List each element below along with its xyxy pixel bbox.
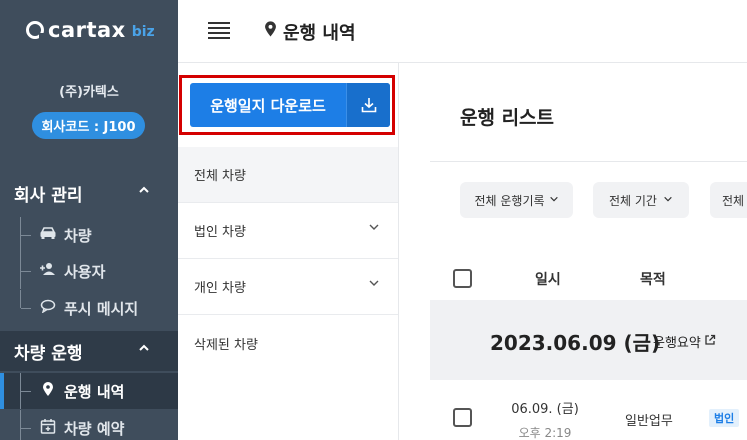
category-label: 개인 차량 [194, 281, 246, 296]
logo-suffix: biz [131, 24, 155, 40]
location-pin-icon [38, 381, 58, 401]
menu-toggle-icon[interactable] [208, 22, 230, 40]
tree-line [20, 217, 32, 253]
user-add-icon [38, 262, 58, 280]
download-log-button[interactable]: 운행일지 다운로드 [190, 83, 390, 127]
table-row[interactable]: 06.09. (금) 오후 2:19 일반업무 법인 [430, 380, 747, 440]
tree-line [20, 410, 32, 440]
sidebar-item-vehicle-reservation[interactable]: 차량 예약 [0, 410, 178, 440]
chevron-up-icon [138, 342, 150, 358]
cartax-logo[interactable]: cartax biz [26, 18, 155, 42]
sidebar-item-label: 사용자 [64, 262, 106, 281]
calendar-add-icon [38, 418, 58, 438]
external-link-icon [704, 334, 716, 350]
filter-other[interactable]: 전체 [710, 182, 747, 218]
category-label: 삭제된 차량 [194, 337, 258, 353]
chevron-down-icon [549, 193, 559, 207]
row-checkbox[interactable] [453, 408, 472, 427]
highlight-frame: 운행일지 다운로드 [179, 75, 395, 135]
car-icon [38, 226, 58, 244]
sidebar-item-label: 차량 예약 [64, 419, 125, 438]
sidebar-section-label: 차량 운행 [14, 343, 83, 364]
list-title: 운행 리스트 [460, 107, 555, 129]
sidebar: cartax biz (주)카텍스 회사코드 : J100 회사 관리 차량 사… [0, 0, 178, 440]
category-all-vehicles[interactable]: 전체 차량 [178, 147, 398, 203]
vehicle-category-panel: 운행일지 다운로드 전체 차량 법인 차량 개인 차량 삭제된 차량 [178, 63, 399, 440]
select-all-checkbox[interactable] [453, 269, 472, 288]
company-code-badge: 회사코드 : J100 [32, 112, 145, 139]
row-time: 오후 2:19 [518, 426, 572, 440]
category-corporate-vehicles[interactable]: 법인 차량 [178, 203, 398, 259]
logo-text: cartax [48, 18, 126, 42]
table-header: 일시 목적 [430, 258, 747, 300]
group-date: 2023.06.09 (금) [490, 331, 661, 355]
drive-list-area: 운행 리스트 전체 운행기록 전체 기간 전체 일시 목적 2023.06.09… [400, 63, 747, 440]
sidebar-item-label: 차량 [64, 226, 92, 245]
active-indicator [0, 373, 4, 409]
sidebar-item-label: 푸시 메시지 [64, 299, 139, 318]
category-label: 전체 차량 [194, 169, 246, 184]
column-header-date: 일시 [535, 272, 561, 288]
drive-summary-link[interactable]: 운행요약 [653, 332, 716, 351]
sidebar-section-company[interactable]: 회사 관리 [0, 173, 178, 213]
filter-label: 전체 기간 [609, 193, 657, 208]
sidebar-section-driving[interactable]: 차량 운행 [0, 331, 178, 371]
chevron-down-icon [663, 193, 673, 207]
page-title-text: 운행 내역 [283, 23, 356, 44]
download-icon [346, 83, 390, 127]
chevron-down-icon [368, 277, 380, 292]
chat-bubble-icon [38, 299, 58, 317]
tree-line [20, 253, 32, 289]
logo-ring-icon [26, 21, 45, 39]
filter-record-type[interactable]: 전체 운행기록 [460, 182, 573, 218]
company-name: (주)카텍스 [59, 85, 119, 100]
summary-label: 운행요약 [653, 336, 701, 351]
chevron-up-icon [138, 184, 150, 200]
sidebar-item-push-messages[interactable]: 푸시 메시지 [0, 290, 178, 326]
tree-line [20, 373, 32, 409]
category-deleted-vehicles[interactable]: 삭제된 차량 [178, 315, 398, 371]
category-personal-vehicles[interactable]: 개인 차량 [178, 259, 398, 315]
page-title: 운행 내역 [264, 19, 356, 45]
sidebar-item-driving-history[interactable]: 운행 내역 [0, 373, 178, 409]
category-label: 법인 차량 [194, 225, 246, 240]
sidebar-section-label: 회사 관리 [14, 185, 83, 206]
date-group-row: 2023.06.09 (금) 운행요약 [430, 300, 747, 380]
tree-line [20, 290, 32, 309]
filter-period[interactable]: 전체 기간 [593, 182, 689, 218]
sidebar-item-users[interactable]: 사용자 [0, 253, 178, 289]
top-bar: 운행 내역 [178, 0, 747, 63]
row-purpose: 일반업무 [625, 414, 673, 429]
download-log-label: 운행일지 다운로드 [210, 96, 326, 115]
vehicle-type-badge: 법인 [709, 409, 740, 427]
sidebar-item-vehicles[interactable]: 차량 [0, 217, 178, 253]
location-pin-icon [264, 21, 277, 43]
sidebar-item-label: 운행 내역 [64, 382, 125, 401]
chevron-down-icon [368, 221, 380, 236]
filter-label: 전체 [722, 193, 745, 208]
row-date: 06.09. (금) [511, 402, 579, 417]
divider [430, 161, 747, 162]
column-header-purpose: 목적 [640, 272, 666, 288]
filter-label: 전체 운행기록 [474, 193, 545, 208]
